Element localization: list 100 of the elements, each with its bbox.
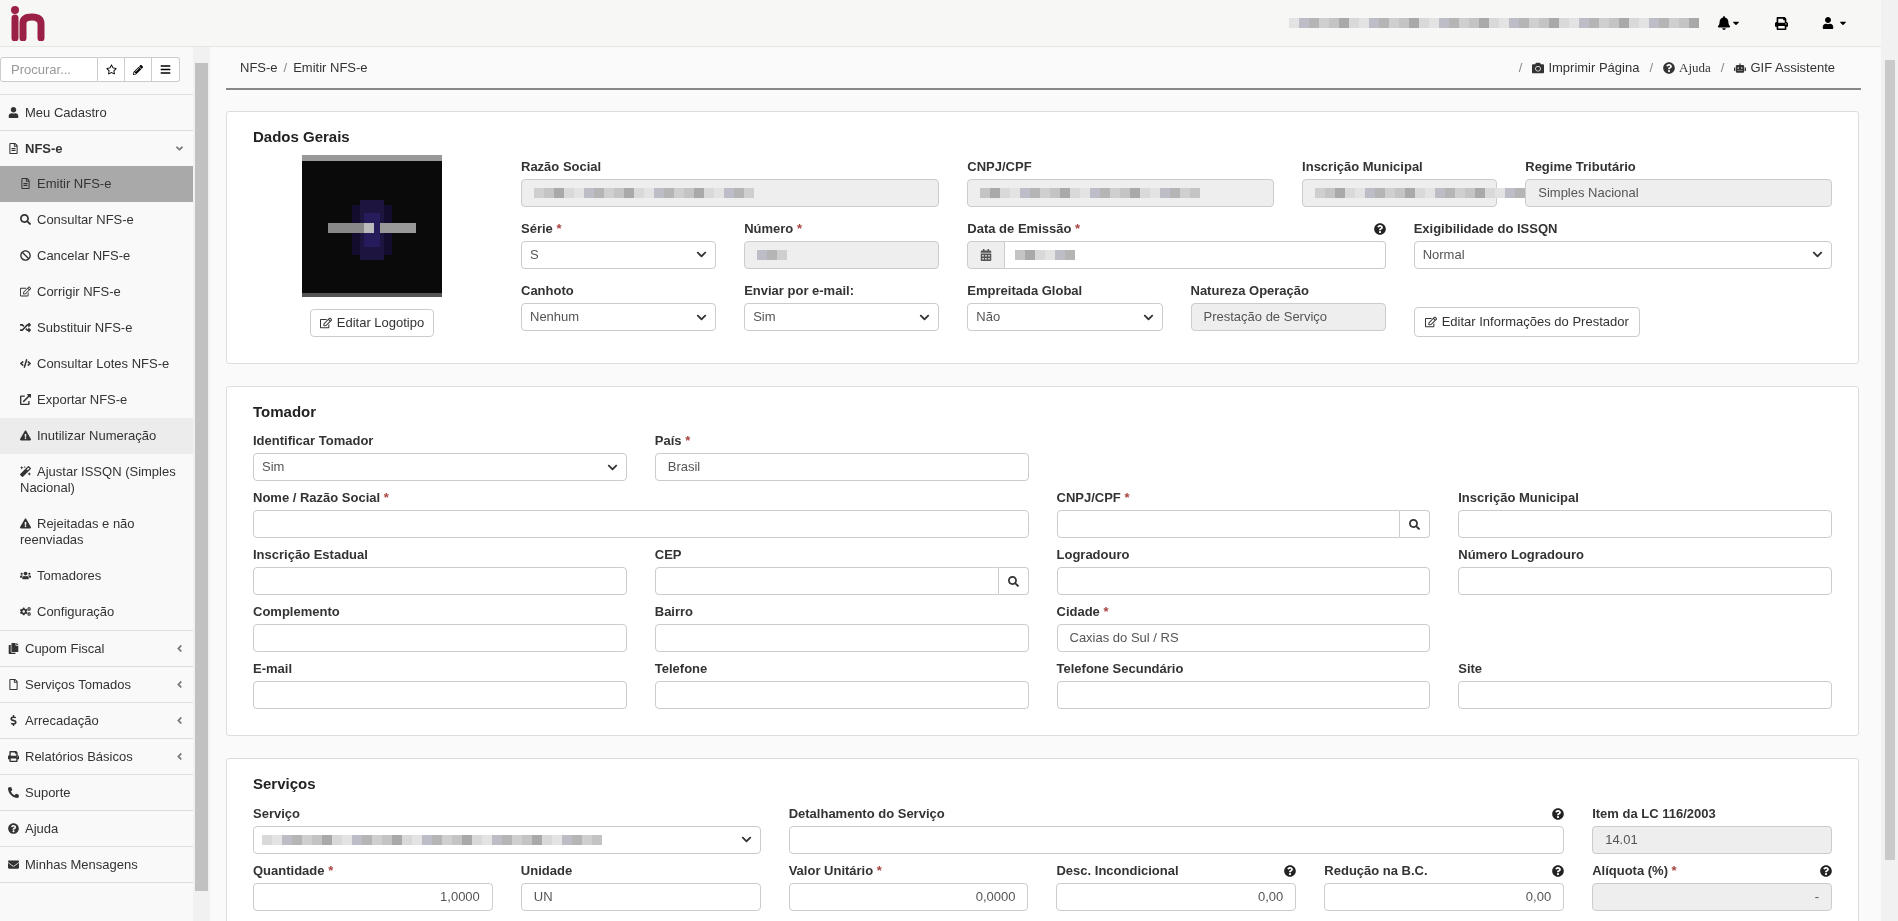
field-label: Logradouro xyxy=(1056,546,1130,565)
field-label: E-mail xyxy=(253,660,292,679)
field-value: S xyxy=(530,246,539,265)
breadcrumb-separator: / xyxy=(1518,58,1523,77)
field-label: Alíquota (%) * xyxy=(1592,861,1677,880)
submenu-item[interactable]: Corrigir NFS-e xyxy=(0,274,193,310)
field-label: Quantidade * xyxy=(253,861,334,880)
submenu-item[interactable]: Configuração xyxy=(0,594,193,630)
sidebar-item[interactable]: Minhas Mensagens xyxy=(0,847,193,882)
section-title: Dados Gerais xyxy=(253,127,351,147)
field-label: Regime Tributário xyxy=(1525,157,1636,176)
sidebar-item[interactable]: NFS-e xyxy=(0,131,193,166)
field-label: Telefone Secundário xyxy=(1056,660,1184,679)
field-value: Não xyxy=(976,308,1001,327)
input-field[interactable]: 0,00 xyxy=(1324,882,1565,911)
select-field[interactable]: Nenhum xyxy=(521,303,717,332)
sidebar-item[interactable]: Cupom Fiscal xyxy=(0,631,193,666)
field-label: Complemento xyxy=(253,603,340,622)
field-label: Item da LC 116/2003 xyxy=(1592,804,1716,823)
field-label: CNPJ/CPF * xyxy=(1056,489,1130,508)
field-value: Sim xyxy=(262,458,285,477)
field-label: Exigibilidade do ISSQN xyxy=(1413,220,1558,239)
field-label: CNPJ/CPF xyxy=(967,157,1032,176)
field-label: Canhoto xyxy=(521,282,574,301)
submenu-item[interactable]: Consultar Lotes NFS-e xyxy=(0,346,193,382)
field-value: Normal xyxy=(1422,246,1465,265)
field-label: Bairro xyxy=(654,603,694,622)
select-field[interactable]: Normal xyxy=(1413,240,1832,269)
field-value: 14.01 xyxy=(1605,830,1638,849)
field-value: - xyxy=(1814,887,1819,906)
field-label: Número Logradouro xyxy=(1458,546,1584,565)
field-label: Serviço xyxy=(253,804,300,823)
submenu-item[interactable]: Rejeitadas e não reenviadas xyxy=(0,506,193,558)
submenu-item[interactable]: Ajustar ISSQN (Simples Nacional) xyxy=(0,454,193,506)
field-label: Inscrição Municipal xyxy=(1302,157,1423,176)
select-field[interactable]: S xyxy=(521,240,717,269)
select-field[interactable]: Sim xyxy=(253,453,627,481)
field-value: Nenhum xyxy=(530,308,580,327)
sidebar-item[interactable]: Suporte xyxy=(0,775,193,810)
sidebar-item[interactable]: Serviços Tomados xyxy=(0,667,193,702)
page-link[interactable]: GIF Assistente xyxy=(1734,57,1835,78)
breadcrumb-separator: / xyxy=(1720,58,1725,77)
submenu-item[interactable]: Cancelar NFS-e xyxy=(0,238,193,274)
field-label: Número * xyxy=(744,220,802,239)
field-label: Detalhamento do Serviço xyxy=(788,804,945,823)
sidebar-item[interactable]: Ajuda xyxy=(0,811,193,846)
submenu-item[interactable]: Consultar NFS-e xyxy=(0,202,193,238)
field-value: Caxias do Sul / RS xyxy=(1069,629,1179,648)
input-field[interactable]: 0,00 xyxy=(1056,882,1297,911)
section-title: Tomador xyxy=(253,401,318,422)
page-link[interactable]: Ajuda xyxy=(1663,57,1711,78)
field-value: Sim xyxy=(753,308,776,327)
sidebar-item[interactable]: Arrecadação xyxy=(0,703,193,738)
field-value: Simples Nacional xyxy=(1538,183,1639,202)
field-value: 1,0000 xyxy=(440,887,480,906)
field-label: Nome / Razão Social * xyxy=(253,489,389,508)
sidebar-item[interactable]: Relatórios Básicos xyxy=(0,739,193,774)
submenu-item[interactable]: Substituir NFS-e xyxy=(0,310,193,346)
field-value: 0,0000 xyxy=(975,887,1016,906)
field-value: 0,00 xyxy=(1525,887,1552,906)
breadcrumb-link[interactable]: Emitir NFS-e xyxy=(293,57,368,78)
field-label: Razão Social xyxy=(521,157,602,176)
field-label: Desc. Incondicional xyxy=(1056,861,1179,880)
field-label: Redução na B.C. xyxy=(1324,861,1428,880)
section-title: Serviços xyxy=(253,774,317,794)
breadcrumb-separator: / xyxy=(283,58,288,77)
field-label: Empreitada Global xyxy=(967,282,1083,301)
field-label: Inscrição Estadual xyxy=(253,546,368,565)
page-link[interactable]: Imprimir Página xyxy=(1532,57,1640,78)
submenu-item[interactable]: Exportar NFS-e xyxy=(0,382,193,418)
input-field[interactable]: 0,0000 xyxy=(788,882,1029,911)
field-label: CEP xyxy=(654,546,682,565)
field-label: Identificar Tomador xyxy=(253,432,374,451)
field-label: País * xyxy=(654,432,691,451)
field-label: Série * xyxy=(521,220,562,239)
field-label: Telefone xyxy=(654,660,708,679)
field-label: Natureza Operação xyxy=(1190,282,1309,301)
breadcrumb-separator: / xyxy=(1649,58,1654,77)
edit-provider-button[interactable]: Editar Informações do Prestador xyxy=(1413,306,1640,337)
edit-logo-button[interactable]: Editar Logotipo xyxy=(309,308,435,337)
select-field[interactable]: Sim xyxy=(744,303,940,332)
input-field[interactable]: UN xyxy=(520,882,761,911)
input-field[interactable]: 1,0000 xyxy=(253,882,493,911)
field-value: UN xyxy=(533,887,553,906)
select-field[interactable]: Não xyxy=(967,303,1163,332)
breadcrumb-link[interactable]: NFS-e xyxy=(240,57,278,78)
submenu-item[interactable]: Emitir NFS-e xyxy=(0,166,193,202)
field-label: Data de Emissão * xyxy=(967,220,1081,239)
field-label: Cidade * xyxy=(1056,603,1109,622)
input-field[interactable]: Brasil xyxy=(654,453,1029,481)
field-value: Prestação de Serviço xyxy=(1203,308,1328,327)
submenu-item[interactable]: Inutilizar Numeração xyxy=(0,418,193,454)
submenu-item[interactable]: Tomadores xyxy=(0,558,193,594)
sidebar-item[interactable]: Meu Cadastro xyxy=(0,95,193,130)
field-value: 0,00 xyxy=(1258,887,1284,906)
field-label: Enviar por e-mail: xyxy=(744,282,854,301)
field-label: Site xyxy=(1458,660,1483,679)
input-field[interactable]: Caxias do Sul / RS xyxy=(1056,624,1431,652)
field-label: Inscrição Municipal xyxy=(1458,489,1579,508)
field-value: Brasil xyxy=(667,458,701,477)
